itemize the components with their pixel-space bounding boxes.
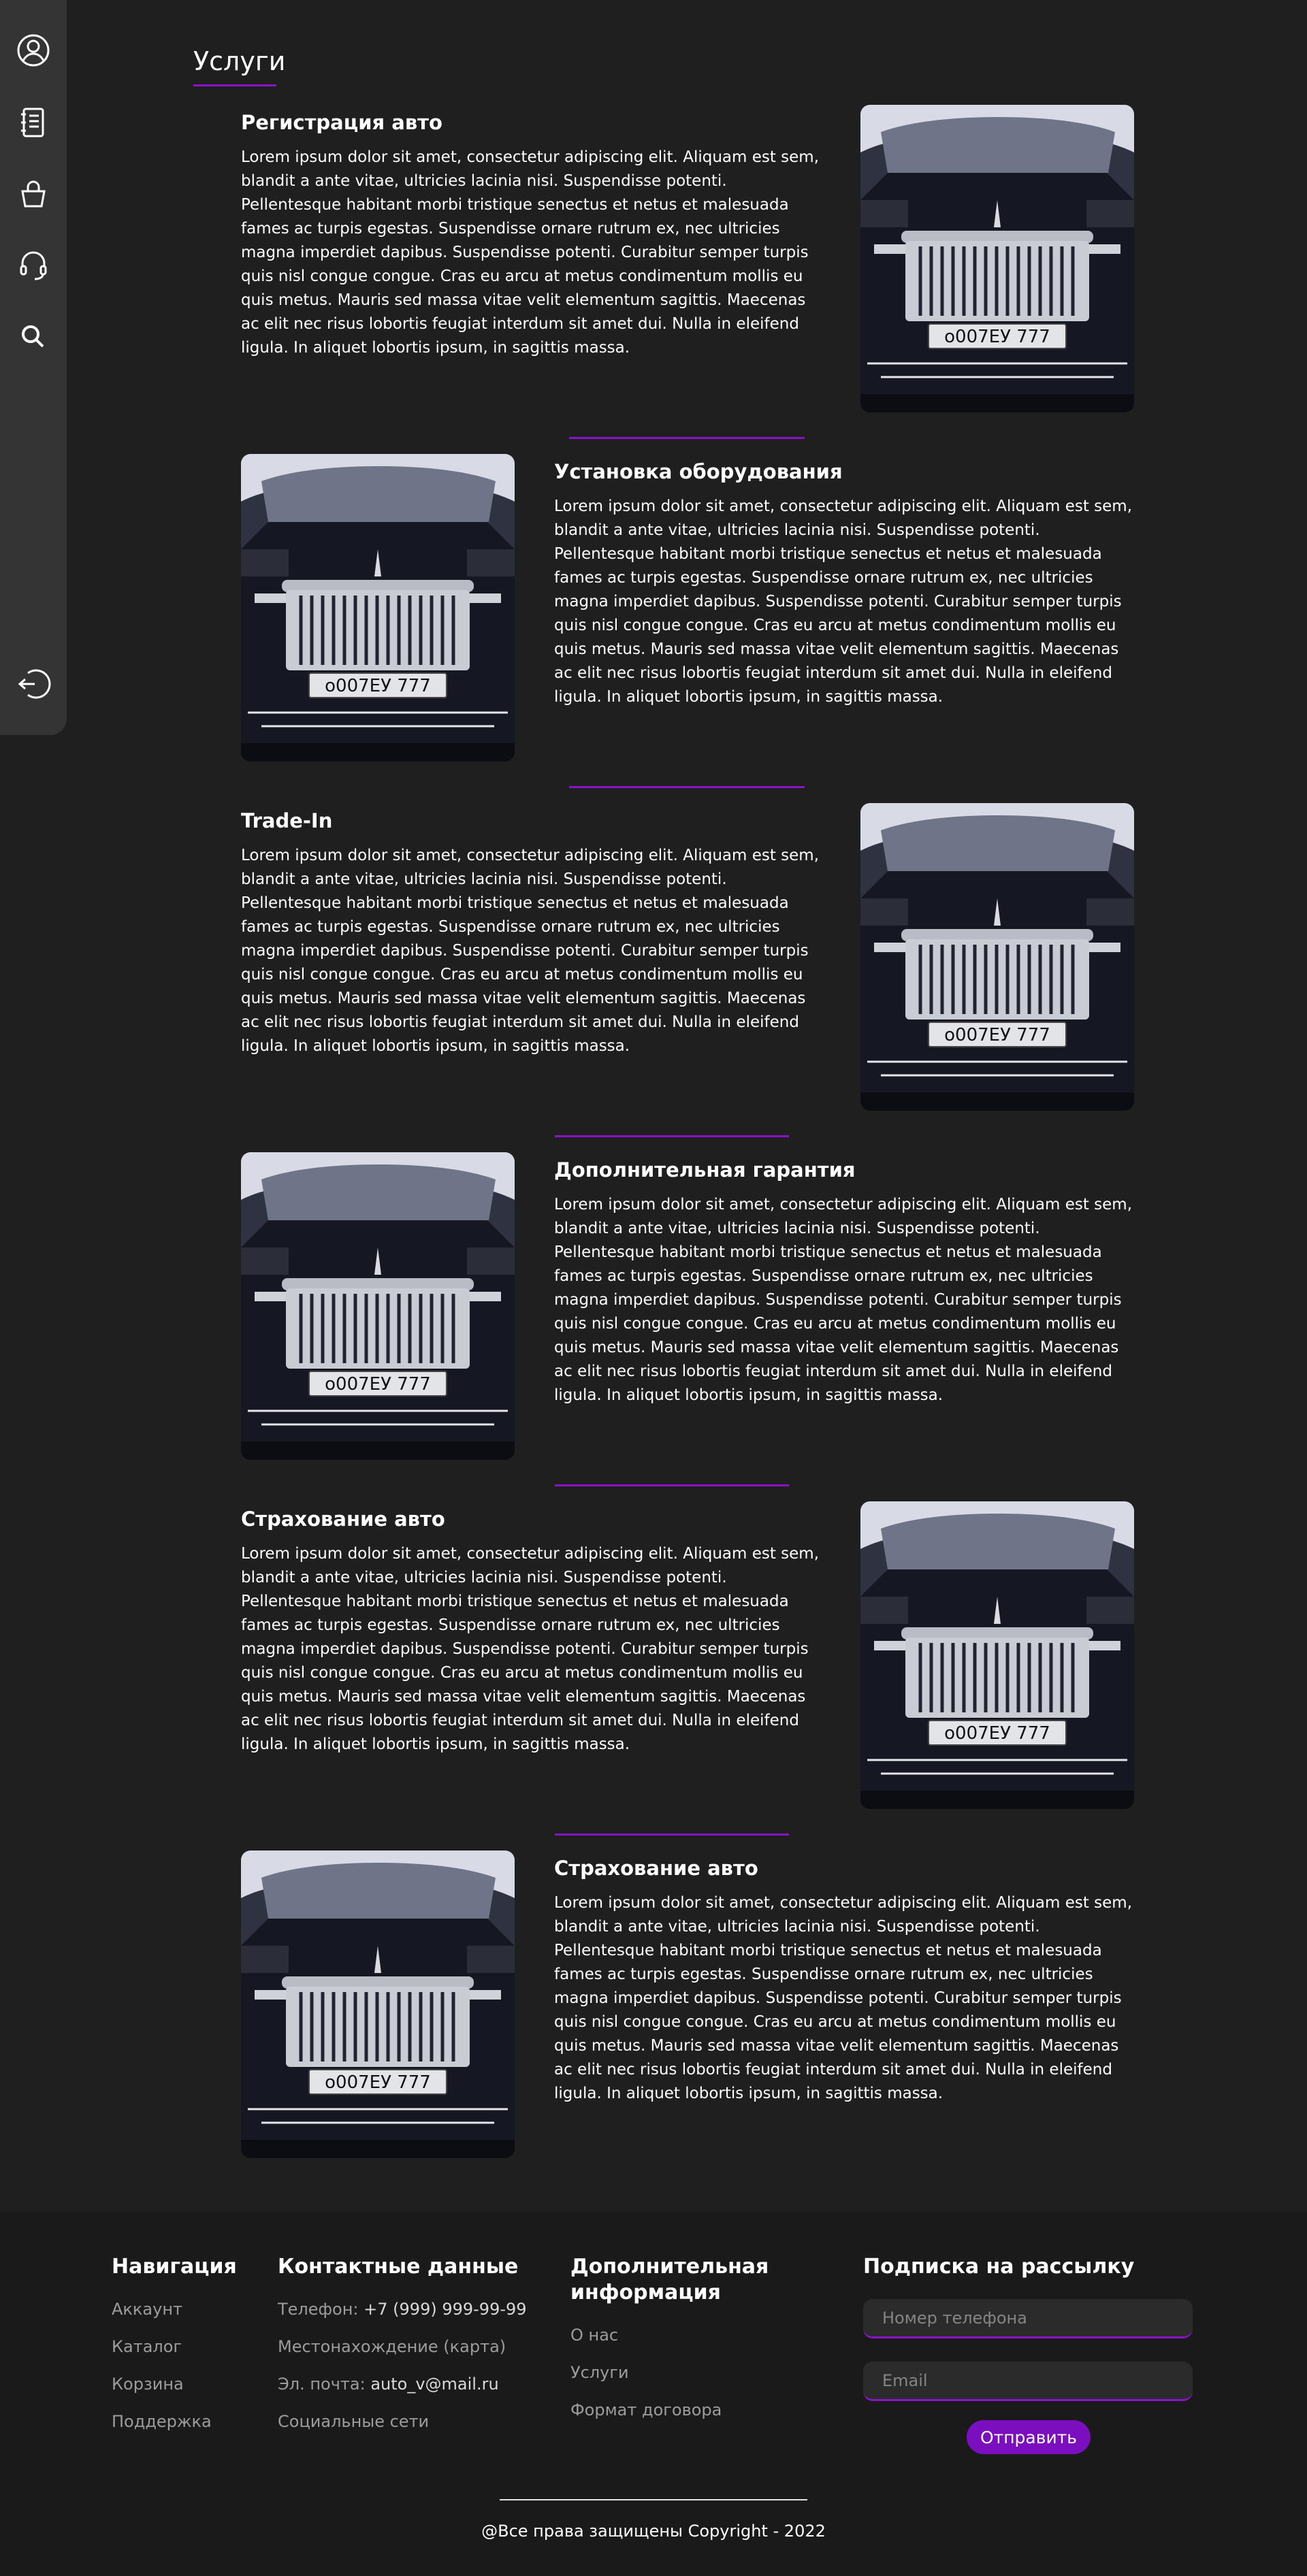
footer-link-cart[interactable]: Корзина xyxy=(112,2374,237,2394)
footer-link-support[interactable]: Поддержка xyxy=(112,2411,237,2432)
service-text: Страхование авто Lorem ipsum dolor sit a… xyxy=(554,1856,1137,2106)
service-section: Регистрация авто Lorem ipsum dolor sit a… xyxy=(241,105,1134,417)
service-description: Lorem ipsum dolor sit amet, consectetur … xyxy=(241,148,820,357)
phone-label: Телефон: xyxy=(278,2300,359,2319)
section-divider xyxy=(569,786,805,788)
footer-link-about[interactable]: О нас xyxy=(570,2325,769,2345)
sidebar xyxy=(0,0,67,735)
footer-divider xyxy=(500,2499,807,2500)
footer-subscribe: Подписка на рассылку Отправить xyxy=(863,2254,1193,2454)
phone-input[interactable] xyxy=(863,2299,1193,2338)
service-description: Lorem ipsum dolor sit amet, consectetur … xyxy=(554,498,1133,706)
service-section: Trade-In Lorem ipsum dolor sit amet, con… xyxy=(241,803,1134,1115)
footer: Навигация Аккаунт Каталог Корзина Поддер… xyxy=(0,2212,1307,2576)
footer-navigation: Навигация Аккаунт Каталог Корзина Поддер… xyxy=(112,2254,237,2449)
service-description: Lorem ipsum dolor sit amet, consectetur … xyxy=(241,1545,820,1753)
service-text: Дополнительная гарантия Lorem ipsum dolo… xyxy=(554,1158,1137,1407)
service-section: о007ЕУ 777 Дополнительная гарантия Lorem… xyxy=(241,1152,1137,1464)
service-title: Регистрация авто xyxy=(241,111,442,134)
car-image: о007ЕУ 777 xyxy=(241,454,515,762)
cart-icon[interactable] xyxy=(15,176,52,212)
license-plate-text: о007ЕУ 777 xyxy=(325,676,431,696)
service-description: Lorem ipsum dolor sit amet, consectetur … xyxy=(241,847,820,1055)
account-icon[interactable] xyxy=(15,32,52,69)
license-plate-text: о007ЕУ 777 xyxy=(944,1025,1050,1045)
license-plate-text: о007ЕУ 777 xyxy=(944,1723,1050,1744)
footer-link-account[interactable]: Аккаунт xyxy=(112,2299,237,2319)
title-underline xyxy=(193,84,276,86)
service-description: Lorem ipsum dolor sit amet, consectetur … xyxy=(554,1196,1133,1404)
page-title: Услуги xyxy=(193,46,286,76)
footer-phone[interactable]: Телефон: +7 (999) 999-99-99 xyxy=(278,2299,527,2319)
service-description: Lorem ipsum dolor sit amet, consectetur … xyxy=(554,1894,1133,2102)
service-section: о007ЕУ 777 Страхование авто Lorem ipsum … xyxy=(241,1851,1137,2162)
footer-email[interactable]: Эл. почта: auto_v@mail.ru xyxy=(278,2374,527,2394)
footer-heading: Навигация xyxy=(112,2255,237,2279)
service-title: Дополнительная гарантия xyxy=(554,1158,856,1181)
license-plate-text: о007ЕУ 777 xyxy=(944,327,1050,347)
service-text: Страхование авто Lorem ipsum dolor sit a… xyxy=(241,1507,824,1757)
footer-heading: Подписка на рассылку xyxy=(863,2255,1135,2279)
copyright: @Все права защищены Copyright - 2022 xyxy=(481,2522,826,2541)
catalog-icon[interactable] xyxy=(15,104,52,141)
phone-value: +7 (999) 999-99-99 xyxy=(364,2300,527,2319)
service-title: Trade-In xyxy=(241,809,333,832)
email-input[interactable] xyxy=(863,2362,1193,2401)
logout-icon[interactable] xyxy=(15,666,52,702)
service-text: Trade-In Lorem ipsum dolor sit amet, con… xyxy=(241,809,824,1058)
car-image: о007ЕУ 777 xyxy=(860,1501,1134,1809)
footer-heading-line1: Дополнительная xyxy=(570,2255,769,2279)
footer-link-contract[interactable]: Формат договора xyxy=(570,2400,769,2420)
email-value: auto_v@mail.ru xyxy=(370,2375,499,2394)
car-image: о007ЕУ 777 xyxy=(241,1851,515,2158)
license-plate-text: о007ЕУ 777 xyxy=(325,2072,431,2093)
service-text: Установка оборудования Lorem ipsum dolor… xyxy=(554,459,1137,709)
car-image: о007ЕУ 777 xyxy=(241,1152,515,1460)
footer-extra-info: Дополнительная информация О нас Услуги Ф… xyxy=(570,2254,769,2437)
section-divider xyxy=(555,1833,789,1836)
send-button[interactable]: Отправить xyxy=(967,2420,1091,2454)
search-icon[interactable] xyxy=(15,319,52,355)
service-title: Установка оборудования xyxy=(554,460,843,483)
section-divider xyxy=(555,1484,789,1486)
footer-contacts: Контактные данные Телефон: +7 (999) 999-… xyxy=(278,2254,527,2449)
footer-location-link[interactable]: Местонахождение (карта) xyxy=(278,2336,527,2357)
section-divider xyxy=(555,1135,789,1137)
section-divider xyxy=(569,437,805,439)
footer-heading: Дополнительная информация xyxy=(570,2254,769,2306)
footer-social-link[interactable]: Социальные сети xyxy=(278,2411,527,2432)
footer-link-catalog[interactable]: Каталог xyxy=(112,2336,237,2357)
car-image: о007ЕУ 777 xyxy=(860,803,1134,1111)
footer-heading-line2: информация xyxy=(570,2281,721,2304)
footer-heading: Контактные данные xyxy=(278,2255,519,2279)
support-icon[interactable] xyxy=(15,246,52,283)
service-section: Страхование авто Lorem ipsum dolor sit a… xyxy=(241,1501,1134,1813)
service-text: Регистрация авто Lorem ipsum dolor sit a… xyxy=(241,110,824,360)
footer-link-services[interactable]: Услуги xyxy=(570,2362,769,2383)
service-section: о007ЕУ 777 Установка оборудования Lorem … xyxy=(241,454,1137,766)
service-title: Страхование авто xyxy=(241,1507,445,1531)
license-plate-text: о007ЕУ 777 xyxy=(325,1374,431,1395)
service-title: Страхование авто xyxy=(554,1857,758,1880)
email-label: Эл. почта: xyxy=(278,2375,366,2394)
car-image: о007ЕУ 777 xyxy=(860,105,1134,412)
